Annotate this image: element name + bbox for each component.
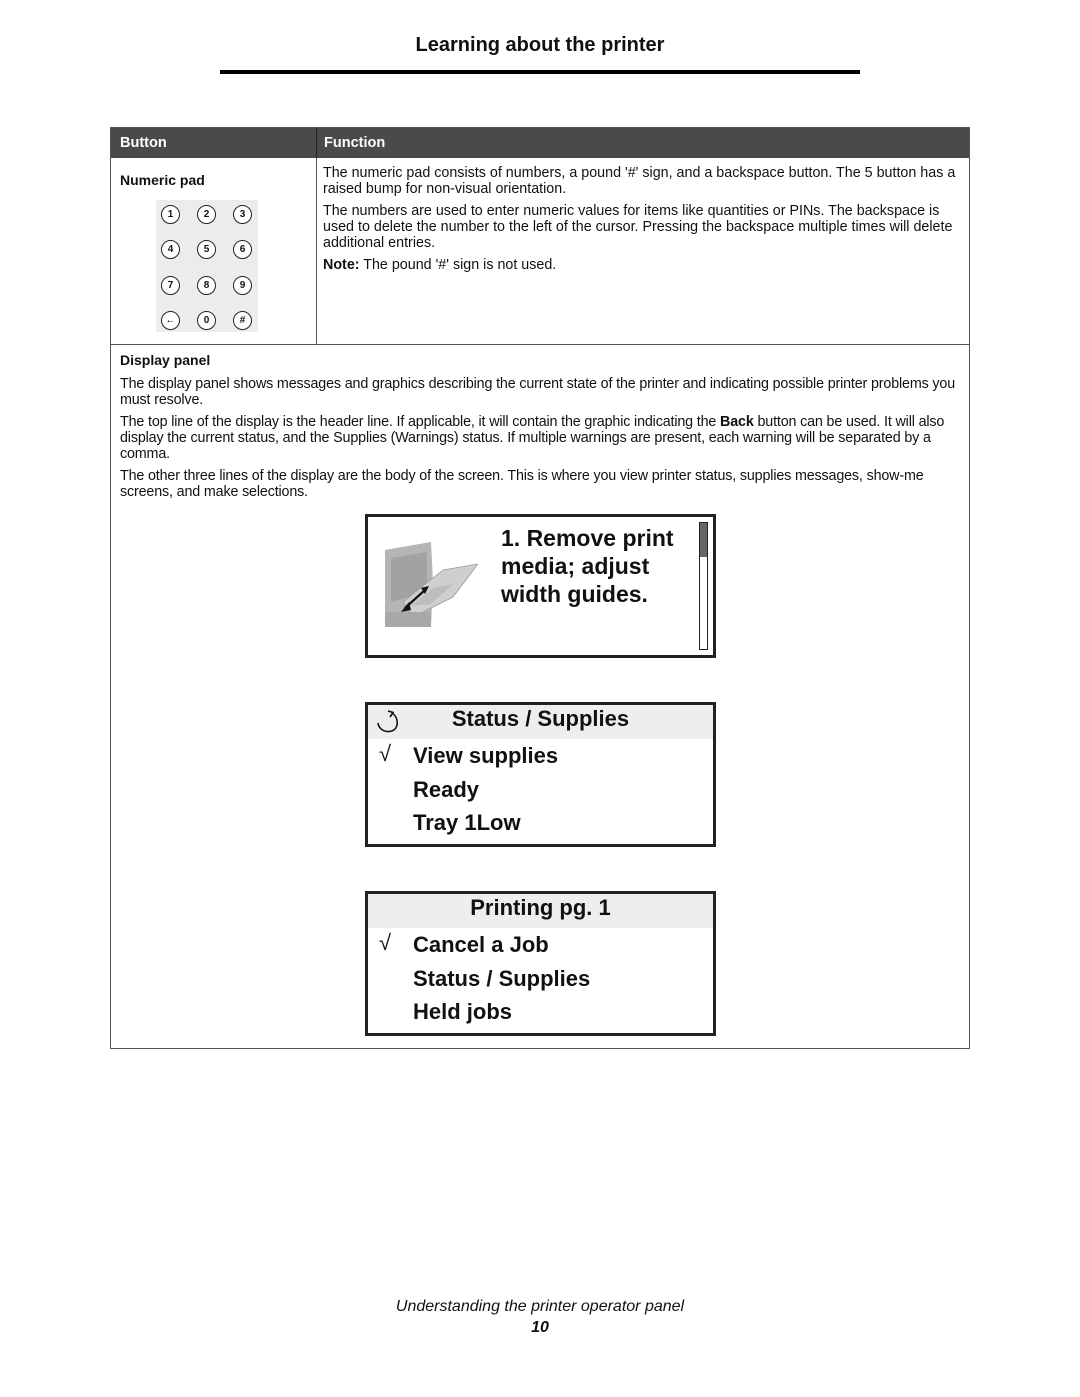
note-label: Note:	[323, 257, 360, 273]
scrollbar[interactable]	[699, 522, 708, 650]
numeric-pad-title: Numeric pad	[120, 172, 205, 188]
screen-header-title: Status / Supplies	[451, 706, 630, 731]
key-9-icon: 9	[233, 276, 252, 295]
screen-message: 1. Remove print media; adjust width guid…	[501, 524, 674, 608]
display-screen-show-me: 1. Remove print media; adjust width guid…	[365, 514, 716, 658]
text-segment: The top line of the display is the heade…	[120, 414, 721, 430]
display-screen-printing: Printing pg. 1 √ Cancel a Job Status / S…	[365, 891, 716, 1036]
menu-item-tray-1-low[interactable]: Tray 1Low	[413, 810, 521, 836]
screen-header: Printing pg. 1	[368, 894, 713, 928]
menu-item-view-supplies[interactable]: View supplies	[413, 743, 558, 769]
screen-header-title: Printing pg. 1	[470, 895, 611, 920]
numeric-pad-note: Note: The pound '#' sign is not used.	[323, 257, 963, 273]
message-line: width guides.	[501, 581, 648, 607]
column-header-button: Button	[120, 135, 167, 151]
key-2-icon: 2	[197, 205, 216, 224]
back-arrow-icon[interactable]	[373, 707, 403, 737]
display-panel-description: The display panel shows messages and gra…	[120, 376, 965, 506]
key-3-icon: 3	[233, 205, 252, 224]
header-rule	[220, 70, 860, 74]
menu-item-held-jobs[interactable]: Held jobs	[413, 999, 512, 1025]
printer-feeder-illustration-icon	[383, 542, 478, 627]
key-8-icon: 8	[197, 276, 216, 295]
message-line: 1. Remove print	[501, 525, 674, 551]
menu-item-cancel-a-job[interactable]: Cancel a Job	[413, 932, 549, 958]
display-screen-status-supplies: Status / Supplies √ View supplies Ready …	[365, 702, 716, 847]
numeric-pad-paragraph: The numbers are used to enter numeric va…	[323, 203, 953, 251]
table-header-row: Button Function	[111, 128, 969, 158]
numeric-pad-illustration: 1 2 3 4 5 6 7 8 9 ← 0 #	[156, 200, 258, 332]
numeric-pad-description: The numeric pad consists of numbers, a p…	[323, 165, 963, 279]
message-line: media; adjust	[501, 553, 650, 579]
backspace-icon: ←	[161, 311, 180, 330]
key-1-icon: 1	[161, 205, 180, 224]
numeric-pad-paragraph: The numeric pad consists of numbers, a p…	[323, 165, 956, 197]
menu-item-ready[interactable]: Ready	[413, 777, 479, 803]
page-header: Learning about the printer	[415, 34, 665, 56]
column-header-function: Function	[324, 135, 386, 151]
key-5-icon: 5	[197, 240, 216, 259]
check-icon: √	[379, 741, 392, 766]
display-panel-paragraph: The display panel shows messages and gra…	[120, 376, 956, 408]
display-panel-paragraph: The top line of the display is the heade…	[120, 414, 965, 462]
footer-section-title: Understanding the printer operator panel	[395, 1298, 685, 1315]
key-6-icon: 6	[233, 240, 252, 259]
column-divider	[316, 158, 317, 344]
screen-header: Status / Supplies	[368, 705, 713, 739]
menu-item-status-supplies[interactable]: Status / Supplies	[413, 966, 590, 992]
check-icon: √	[379, 930, 392, 955]
key-0-icon: 0	[197, 311, 216, 330]
scrollbar-thumb[interactable]	[700, 523, 707, 558]
back-button-term: Back	[720, 414, 754, 430]
note-text: The pound '#' sign is not used.	[359, 257, 557, 273]
table-row-numeric-pad: Numeric pad 1 2 3 4 5 6 7 8 9 ← 0 # The …	[111, 158, 969, 345]
page-number: 10	[531, 1319, 549, 1336]
key-7-icon: 7	[161, 276, 180, 295]
pound-key-icon: #	[233, 311, 252, 330]
key-4-icon: 4	[161, 240, 180, 259]
column-divider	[316, 128, 317, 158]
display-panel-title: Display panel	[120, 352, 211, 368]
display-panel-paragraph: The other three lines of the display are…	[120, 468, 924, 500]
